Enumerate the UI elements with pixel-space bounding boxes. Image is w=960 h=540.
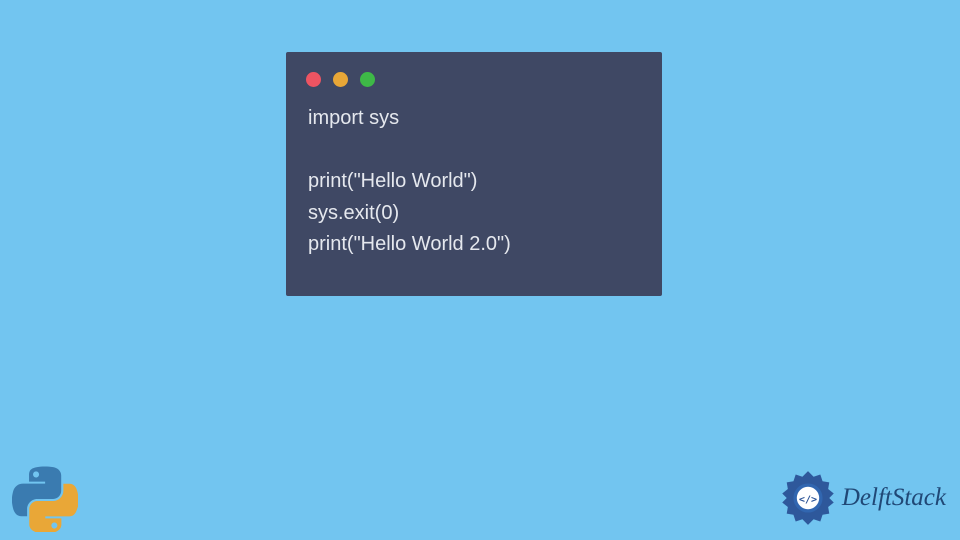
code-line: import sys: [308, 107, 399, 129]
code-window: import sys print("Hello World") sys.exit…: [286, 52, 662, 296]
code-line: sys.exit(0): [308, 202, 399, 224]
minimize-icon: [333, 72, 348, 87]
brand-name: DelftStack: [842, 484, 946, 512]
code-content: import sys print("Hello World") sys.exit…: [286, 87, 662, 277]
svg-text:</>: </>: [799, 494, 817, 505]
code-line: print("Hello World 2.0"): [308, 233, 511, 255]
code-line: print("Hello World"): [308, 170, 477, 192]
window-traffic-lights: [286, 52, 662, 87]
delftstack-badge-icon: </>: [780, 470, 836, 526]
maximize-icon: [360, 72, 375, 87]
close-icon: [306, 72, 321, 87]
delftstack-logo: </> DelftStack: [780, 470, 946, 526]
python-logo-icon: [12, 466, 78, 532]
